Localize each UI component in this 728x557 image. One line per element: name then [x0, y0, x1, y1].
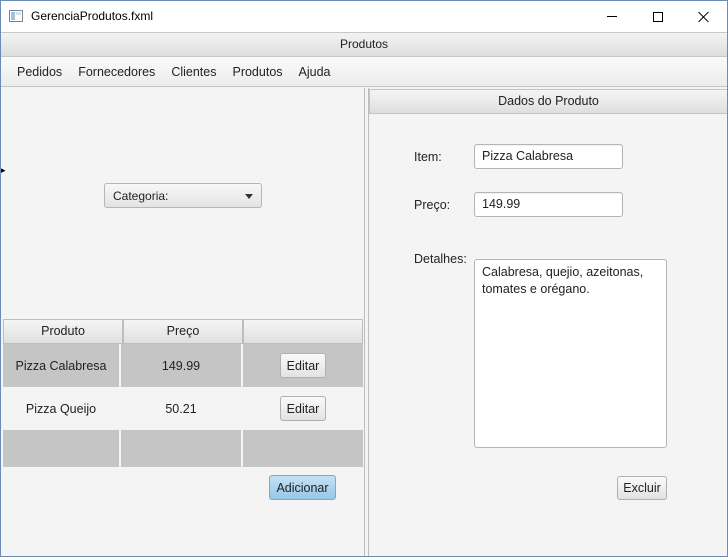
expand-arrow-icon[interactable]: ▸: [1, 166, 7, 175]
window-title: GerenciaProdutos.fxml: [31, 9, 154, 23]
page-title: Produtos: [1, 32, 727, 57]
products-pane: ▸ Categoria: Produto Preço Pizza Calabre…: [1, 88, 365, 556]
table-row[interactable]: Pizza Calabresa 149.99 Editar: [3, 344, 363, 387]
table-row[interactable]: Pizza Queijo 50.21 Editar: [3, 387, 363, 430]
item-field[interactable]: Pizza Calabresa: [474, 144, 623, 169]
cell-preco: 50.21: [165, 401, 197, 416]
category-select-label: Categoria:: [113, 189, 169, 203]
menu-item-ajuda[interactable]: Ajuda: [291, 59, 339, 85]
edit-button[interactable]: Editar: [280, 353, 326, 378]
app-icon: [9, 10, 23, 22]
cell-empty: [121, 430, 243, 467]
menu-item-fornecedores[interactable]: Fornecedores: [70, 59, 163, 85]
price-field[interactable]: 149.99: [474, 192, 623, 217]
app-window: GerenciaProdutos.fxml Produtos Pedidos F…: [0, 0, 728, 557]
minimize-button[interactable]: [589, 1, 635, 32]
edit-button[interactable]: Editar: [280, 396, 326, 421]
price-label: Preço:: [414, 198, 451, 212]
column-header-preco[interactable]: Preço: [123, 319, 243, 344]
products-table: Produto Preço Pizza Calabresa 149.99 Edi…: [3, 319, 363, 467]
menu-item-pedidos[interactable]: Pedidos: [9, 59, 70, 85]
close-icon: [698, 11, 710, 23]
table-row-empty[interactable]: [3, 430, 363, 467]
chevron-down-icon: [245, 194, 253, 199]
table-header: Produto Preço: [3, 319, 363, 344]
cell-empty: [243, 430, 363, 467]
maximize-icon: [653, 11, 663, 22]
column-header-actions[interactable]: [243, 319, 363, 344]
delete-button[interactable]: Excluir: [617, 476, 667, 500]
item-label: Item:: [414, 150, 442, 164]
cell-actions: Editar: [243, 344, 363, 387]
menu-bar: Pedidos Fornecedores Clientes Produtos A…: [1, 57, 727, 87]
menu-item-produtos[interactable]: Produtos: [224, 59, 290, 85]
close-button[interactable]: [681, 1, 727, 32]
title-bar[interactable]: GerenciaProdutos.fxml: [1, 1, 727, 32]
cell-actions: Editar: [243, 387, 363, 430]
details-label: Detalhes:: [414, 252, 467, 266]
cell-produto: Pizza Queijo: [25, 401, 97, 416]
cell-empty: [3, 430, 121, 467]
details-textarea[interactable]: Calabresa, quejio, azeitonas, tomates e …: [474, 259, 667, 448]
menu-item-clientes[interactable]: Clientes: [163, 59, 224, 85]
details-title: Dados do Produto: [369, 89, 727, 114]
add-button[interactable]: Adicionar: [269, 475, 336, 500]
cell-produto: Pizza Calabresa: [3, 344, 121, 387]
column-header-produto[interactable]: Produto: [3, 319, 123, 344]
maximize-button[interactable]: [635, 1, 681, 32]
category-select[interactable]: Categoria:: [104, 183, 262, 208]
cell-preco: 149.99: [121, 344, 243, 387]
minimize-icon: [607, 16, 617, 17]
product-details-pane: Dados do Produto Item: Pizza Calabresa P…: [368, 88, 727, 556]
